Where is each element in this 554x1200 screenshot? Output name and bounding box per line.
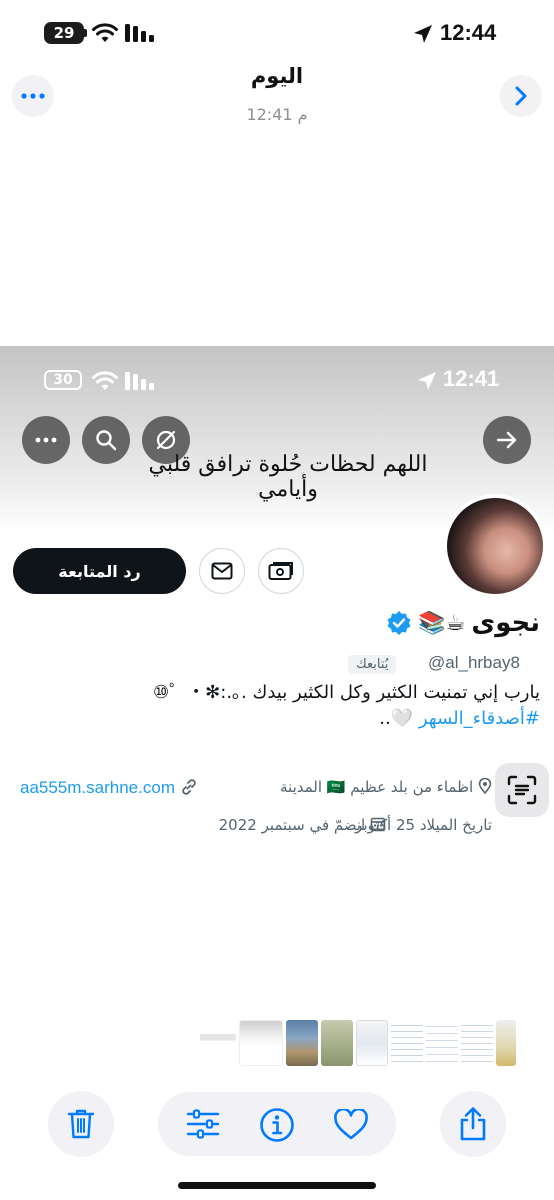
arrow-right-icon bbox=[496, 431, 517, 449]
banner-caption: اللهم لحظات حُلوة ترافق قلبي وأيامي bbox=[148, 452, 428, 502]
inner-status-time: 12:41 bbox=[443, 366, 500, 391]
home-indicator[interactable] bbox=[178, 1182, 376, 1189]
inner-battery-level: 30 bbox=[53, 372, 73, 388]
calendar-icon bbox=[370, 817, 386, 832]
follow-back-button: رد المتابعة bbox=[13, 548, 186, 594]
trash-icon bbox=[67, 1109, 95, 1139]
profile-handle: @al_hrbay8 bbox=[428, 653, 520, 672]
name-emoji: ☕📚 bbox=[418, 610, 466, 636]
thumbnail[interactable] bbox=[239, 1020, 283, 1066]
favorite-button[interactable] bbox=[332, 1108, 370, 1142]
thumbnail[interactable] bbox=[356, 1020, 388, 1066]
money-icon bbox=[268, 562, 293, 580]
battery-cap bbox=[84, 29, 87, 37]
profile-back-button bbox=[483, 416, 531, 464]
follows-you-badge: يُتابعك bbox=[348, 655, 397, 674]
thumbnail[interactable] bbox=[286, 1020, 318, 1066]
profile-name-row: نجوى ☕📚 bbox=[386, 608, 540, 638]
bio-line-1: يارب إني تمنيت الكثير وكل الكثير بيدك .｡… bbox=[153, 682, 540, 703]
inner-battery-icon: 30 bbox=[44, 370, 82, 390]
thumbnail[interactable] bbox=[461, 1020, 493, 1066]
ellipsis-icon bbox=[35, 437, 57, 443]
info-button[interactable] bbox=[258, 1106, 296, 1144]
screenshot-photo[interactable]: 30 12:41 اللهم لحظات حُلوة ترافق قلبي وأ… bbox=[0, 346, 554, 1021]
next-button[interactable] bbox=[500, 75, 542, 117]
profile-joined: انضمّ في سبتمبر 2022 bbox=[219, 816, 386, 834]
page-subtitle: 12:41 م bbox=[246, 105, 308, 124]
ellipsis-icon bbox=[21, 93, 45, 99]
grok-icon bbox=[156, 430, 176, 450]
thumbnail[interactable] bbox=[200, 1020, 236, 1066]
live-text-button[interactable] bbox=[495, 763, 549, 817]
bio-line-2-suffix: 🤍.. bbox=[379, 708, 414, 729]
subscribe-button bbox=[258, 548, 304, 594]
status-time: 12:44 bbox=[440, 20, 497, 45]
heart-icon bbox=[334, 1109, 368, 1140]
message-button bbox=[199, 548, 245, 594]
live-text-icon bbox=[507, 775, 537, 805]
thumbnail-strip bbox=[200, 1020, 516, 1068]
delete-button[interactable] bbox=[48, 1091, 114, 1157]
envelope-icon bbox=[211, 562, 233, 580]
location-text: اظماء من بلد عظيم 🇸🇦 المدينة bbox=[280, 778, 474, 796]
page-title: اليوم bbox=[250, 64, 304, 88]
inner-signal-icon bbox=[125, 372, 154, 390]
profile-name: نجوى bbox=[471, 608, 540, 638]
location-pin-icon bbox=[478, 777, 492, 795]
thumbnail[interactable] bbox=[321, 1020, 353, 1066]
search-icon bbox=[96, 430, 117, 451]
signal-icon bbox=[125, 24, 154, 42]
joined-text: انضمّ في سبتمبر 2022 bbox=[218, 816, 366, 834]
inner-location-arrow-icon bbox=[418, 372, 436, 390]
status-bar: 29 12:44 bbox=[0, 0, 554, 66]
battery-level: 29 bbox=[53, 24, 75, 42]
thumbnail[interactable] bbox=[391, 1020, 423, 1066]
link-icon bbox=[182, 779, 196, 795]
adjust-button[interactable] bbox=[184, 1108, 222, 1140]
location-arrow-icon bbox=[414, 25, 432, 43]
inner-wifi-icon bbox=[92, 371, 118, 390]
verified-badge-icon bbox=[387, 611, 411, 635]
chevron-right-icon bbox=[515, 86, 527, 106]
info-icon bbox=[260, 1108, 294, 1142]
adjust-icon bbox=[186, 1109, 220, 1139]
profile-website: aa555m.sarhne.com bbox=[20, 778, 198, 798]
battery-icon: 29 bbox=[44, 22, 84, 44]
thumbnail[interactable] bbox=[426, 1020, 458, 1066]
bio-hashtag: #أصدقاء_السهر bbox=[418, 708, 540, 729]
website-text: aa555m.sarhne.com bbox=[20, 778, 175, 797]
thumbnail[interactable] bbox=[496, 1020, 516, 1066]
profile-location: اظماء من بلد عظيم 🇸🇦 المدينة bbox=[280, 777, 492, 796]
bio-line-2: #أصدقاء_السهر 🤍.. bbox=[379, 708, 540, 729]
wifi-icon bbox=[92, 23, 118, 42]
profile-more-button bbox=[22, 416, 70, 464]
share-icon bbox=[460, 1107, 486, 1141]
share-button[interactable] bbox=[440, 1091, 506, 1157]
avatar bbox=[443, 494, 547, 598]
